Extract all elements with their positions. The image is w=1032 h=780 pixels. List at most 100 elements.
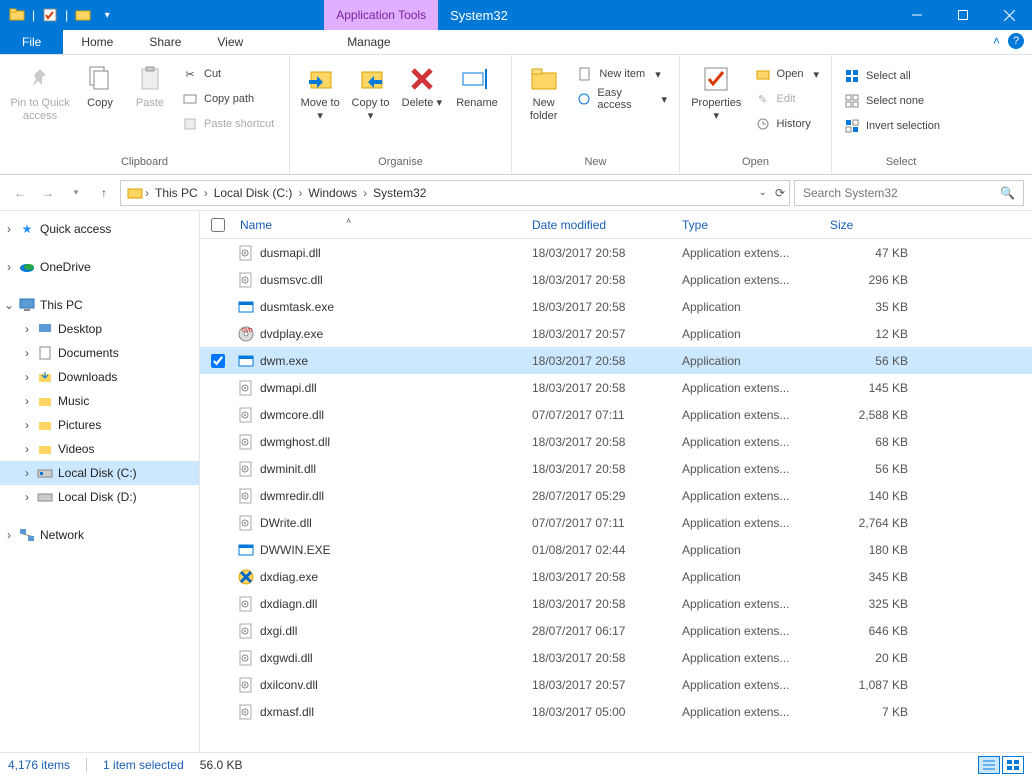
column-header-name[interactable]: Name˄ (236, 218, 532, 232)
file-row[interactable]: DWrite.dll07/07/2017 07:11Application ex… (200, 509, 1032, 536)
select-none-button[interactable]: Select none (840, 90, 944, 112)
move-to-button[interactable]: Move to ▾ (298, 59, 342, 123)
recent-locations-button[interactable]: ▾ (64, 181, 88, 205)
file-size: 2,588 KB (830, 408, 916, 422)
file-row[interactable]: dxmasf.dll18/03/2017 05:00Application ex… (200, 698, 1032, 725)
file-row[interactable]: dxgwdi.dll18/03/2017 20:58Application ex… (200, 644, 1032, 671)
copy-to-icon (355, 63, 387, 95)
open-button[interactable]: Open▾ (751, 63, 823, 85)
file-row[interactable]: dwmredir.dll28/07/2017 05:29Application … (200, 482, 1032, 509)
breadcrumb[interactable]: › This PC› Local Disk (C:)› Windows› Sys… (120, 180, 790, 206)
search-icon[interactable]: 🔍 (1000, 186, 1015, 200)
file-icon (236, 299, 256, 315)
forward-button[interactable]: → (36, 181, 60, 205)
tab-file[interactable]: File (0, 30, 63, 54)
breadcrumb-segment[interactable]: This PC (151, 186, 202, 200)
edit-button[interactable]: ✎Edit (751, 88, 823, 110)
row-checkbox[interactable] (211, 354, 225, 368)
sidebar-item-local-disk-c[interactable]: ›Local Disk (C:) (0, 461, 199, 485)
column-header-date[interactable]: Date modified (532, 218, 682, 232)
folder-icon[interactable] (6, 4, 28, 26)
qat-customize-icon[interactable]: ▾ (96, 4, 118, 26)
tab-home[interactable]: Home (63, 30, 131, 54)
cut-icon: ✂ (182, 66, 198, 82)
sidebar-item-documents[interactable]: ›Documents (0, 341, 199, 365)
file-row[interactable]: dusmapi.dll18/03/2017 20:58Application e… (200, 239, 1032, 266)
maximize-button[interactable] (940, 0, 986, 30)
tab-manage[interactable]: Manage (325, 30, 412, 54)
delete-button[interactable]: Delete ▾ (399, 59, 445, 110)
easy-access-button[interactable]: Easy access▾ (573, 88, 671, 110)
column-header-type[interactable]: Type (682, 218, 830, 232)
file-size: 180 KB (830, 543, 916, 557)
file-date: 18/03/2017 20:58 (532, 570, 682, 584)
select-all-checkbox[interactable] (211, 218, 225, 232)
copy-path-button[interactable]: Copy path (178, 88, 278, 110)
sidebar-item-network[interactable]: ›Network (0, 523, 199, 547)
back-button[interactable]: ← (8, 181, 32, 205)
file-icon (236, 677, 256, 693)
pin-to-quick-access-button[interactable]: Pin to Quick access (8, 59, 72, 123)
file-row[interactable]: dxdiag.exe18/03/2017 20:58Application345… (200, 563, 1032, 590)
file-row[interactable]: dxgi.dll28/07/2017 06:17Application exte… (200, 617, 1032, 644)
new-item-button[interactable]: New item▾ (573, 63, 671, 85)
sidebar-item-desktop[interactable]: ›Desktop (0, 317, 199, 341)
file-date: 18/03/2017 05:00 (532, 705, 682, 719)
properties-qat-icon[interactable] (39, 4, 61, 26)
close-button[interactable] (986, 0, 1032, 30)
sidebar-item-videos[interactable]: ›Videos (0, 437, 199, 461)
history-button[interactable]: History (751, 113, 823, 135)
new-folder-qat-icon[interactable] (72, 4, 94, 26)
file-row[interactable]: dxilconv.dll18/03/2017 20:57Application … (200, 671, 1032, 698)
sidebar-item-onedrive[interactable]: ›OneDrive (0, 255, 199, 279)
view-large-icons-button[interactable] (1002, 756, 1024, 774)
new-folder-button[interactable]: New folder (520, 59, 567, 123)
breadcrumb-segment[interactable]: System32 (369, 186, 430, 200)
file-row[interactable]: dusmtask.exe18/03/2017 20:58Application3… (200, 293, 1032, 320)
file-list-area: Name˄ Date modified Type Size dusmapi.dl… (200, 211, 1032, 752)
file-row[interactable]: dusmsvc.dll18/03/2017 20:58Application e… (200, 266, 1032, 293)
sidebar-item-quick-access[interactable]: ›★Quick access (0, 217, 199, 241)
sidebar-item-downloads[interactable]: ›Downloads (0, 365, 199, 389)
file-type: Application extens... (682, 462, 830, 476)
rename-button[interactable]: Rename (451, 59, 503, 110)
file-type: Application (682, 300, 830, 314)
help-icon[interactable]: ? (1008, 33, 1024, 49)
file-row[interactable]: dwmcore.dll07/07/2017 07:11Application e… (200, 401, 1032, 428)
invert-selection-button[interactable]: Invert selection (840, 115, 944, 137)
file-row[interactable]: dwminit.dll18/03/2017 20:58Application e… (200, 455, 1032, 482)
search-box[interactable]: 🔍 (794, 180, 1024, 206)
file-row[interactable]: DVDdvdplay.exe18/03/2017 20:57Applicatio… (200, 320, 1032, 347)
file-row[interactable]: dwm.exe18/03/2017 20:58Application56 KB (200, 347, 1032, 374)
collapse-ribbon-icon[interactable]: ˄ (993, 34, 1000, 48)
file-rows[interactable]: dusmapi.dll18/03/2017 20:58Application e… (200, 239, 1032, 752)
tab-view[interactable]: View (199, 30, 261, 54)
file-row[interactable]: dxdiagn.dll18/03/2017 20:58Application e… (200, 590, 1032, 617)
minimize-button[interactable] (894, 0, 940, 30)
column-header-size[interactable]: Size (830, 218, 930, 232)
breadcrumb-segment[interactable]: Local Disk (C:) (210, 186, 297, 200)
tab-share[interactable]: Share (131, 30, 199, 54)
view-details-button[interactable] (978, 756, 1000, 774)
documents-icon (36, 346, 54, 360)
up-button[interactable]: ↑ (92, 181, 116, 205)
paste-button[interactable]: Paste (128, 59, 172, 110)
search-input[interactable] (803, 186, 1000, 200)
address-dropdown-icon[interactable]: ⌄ (759, 187, 767, 198)
copy-to-button[interactable]: Copy to ▾ (348, 59, 392, 123)
sidebar-item-local-disk-d[interactable]: ›Local Disk (D:) (0, 485, 199, 509)
cut-button[interactable]: ✂Cut (178, 63, 278, 85)
breadcrumb-segment[interactable]: Windows (304, 186, 361, 200)
file-row[interactable]: dwmapi.dll18/03/2017 20:58Application ex… (200, 374, 1032, 401)
sidebar-item-this-pc[interactable]: ⌄This PC (0, 293, 199, 317)
file-row[interactable]: dwmghost.dll18/03/2017 20:58Application … (200, 428, 1032, 455)
file-row[interactable]: DWWIN.EXE01/08/2017 02:44Application180 … (200, 536, 1032, 563)
refresh-icon[interactable]: ⟳ (775, 186, 785, 200)
select-all-button[interactable]: Select all (840, 65, 944, 87)
paste-shortcut-button[interactable]: Paste shortcut (178, 113, 278, 135)
copy-button[interactable]: Copy (78, 59, 122, 110)
sidebar-item-music[interactable]: ›Music (0, 389, 199, 413)
sidebar-item-pictures[interactable]: ›Pictures (0, 413, 199, 437)
properties-button[interactable]: Properties ▾ (688, 59, 745, 123)
ribbon-group-clipboard: Pin to Quick access Copy Paste ✂Cut Copy… (0, 55, 290, 174)
